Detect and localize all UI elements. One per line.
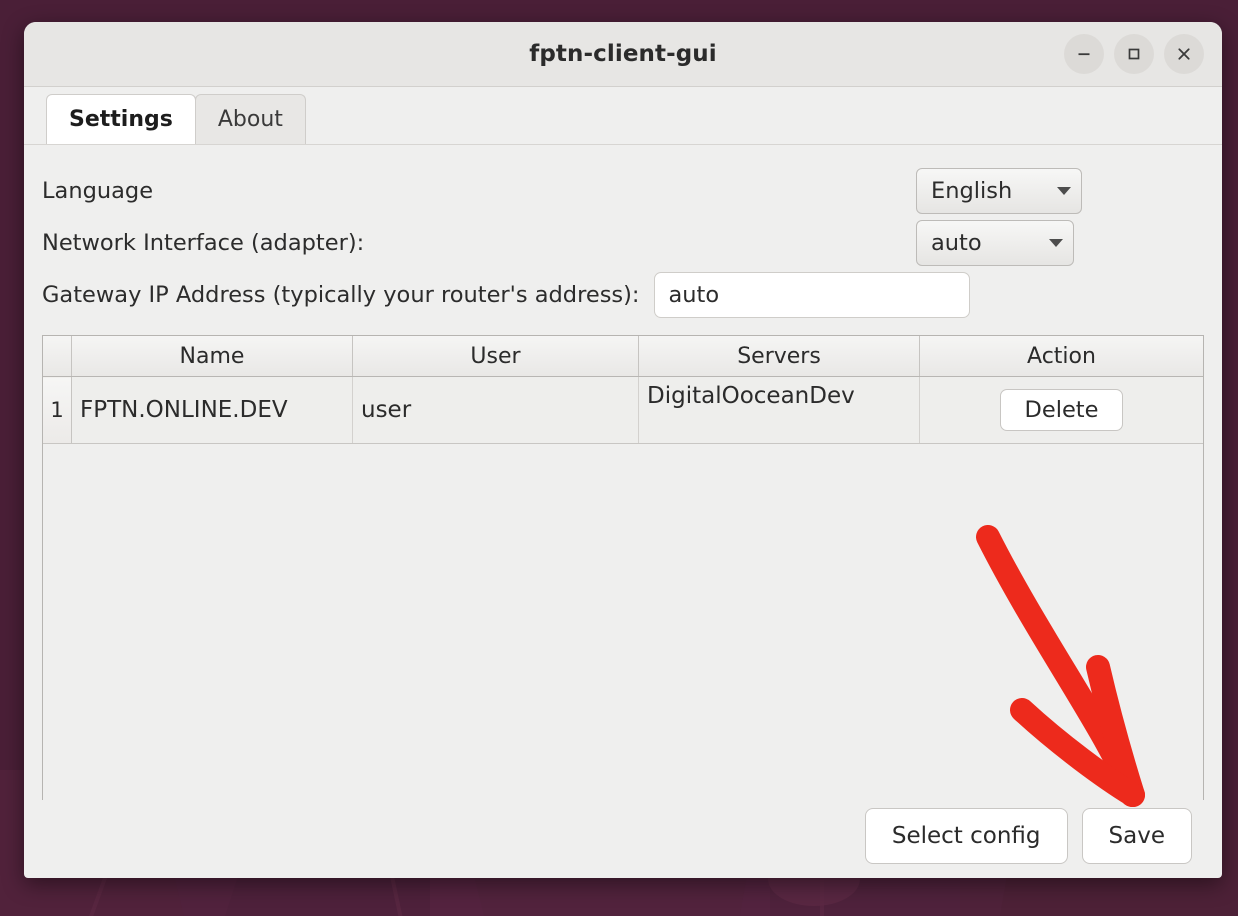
select-config-button[interactable]: Select config [865, 808, 1068, 864]
tab-about[interactable]: About [195, 94, 306, 144]
row-index: 1 [43, 377, 72, 444]
minimize-button[interactable] [1064, 34, 1104, 74]
chevron-down-icon [1057, 187, 1071, 195]
minimize-icon [1075, 45, 1093, 63]
table-header-row: Name User Servers Action [43, 336, 1203, 377]
servers-table-grid: Name User Servers Action 1 FPTN.ONLINE.D… [43, 336, 1203, 444]
column-header-index[interactable] [43, 336, 72, 377]
tab-settings-label: Settings [69, 107, 173, 132]
window-controls [1064, 22, 1204, 86]
cell-name: FPTN.ONLINE.DEV [72, 377, 353, 444]
adapter-select[interactable]: auto [916, 220, 1074, 266]
save-button[interactable]: Save [1082, 808, 1192, 864]
servers-table: Name User Servers Action 1 FPTN.ONLINE.D… [42, 335, 1204, 800]
delete-button[interactable]: Delete [1000, 389, 1124, 431]
adapter-label: Network Interface (adapter): [42, 230, 364, 256]
language-select-value: English [931, 178, 1012, 204]
maximize-icon [1125, 45, 1143, 63]
tab-bar: Settings About [24, 87, 1222, 145]
table-empty-area [43, 444, 1203, 800]
language-select[interactable]: English [916, 168, 1082, 214]
language-row: Language English [42, 165, 1204, 217]
gateway-row: Gateway IP Address (typically your route… [42, 269, 1204, 321]
table-row[interactable]: 1 FPTN.ONLINE.DEV user DigitalOoceanDev … [43, 377, 1203, 444]
title-bar[interactable]: fptn-client-gui [24, 22, 1222, 87]
app-window: fptn-client-gui Settings [24, 22, 1222, 878]
gateway-ip-input[interactable] [654, 272, 970, 318]
column-header-name[interactable]: Name [72, 336, 353, 377]
tab-about-label: About [218, 107, 283, 132]
servers-table-head: Name User Servers Action [43, 336, 1203, 377]
adapter-row: Network Interface (adapter): auto [42, 217, 1204, 269]
servers-table-body: 1 FPTN.ONLINE.DEV user DigitalOoceanDev … [43, 377, 1203, 444]
maximize-button[interactable] [1114, 34, 1154, 74]
close-icon [1175, 45, 1193, 63]
close-button[interactable] [1164, 34, 1204, 74]
settings-panel: Language English Network Interface (adap… [24, 145, 1222, 878]
wallpaper-shape [820, 880, 824, 916]
cell-action: Delete [920, 377, 1204, 444]
column-header-action[interactable]: Action [920, 336, 1204, 377]
cell-servers: DigitalOoceanDev [639, 377, 920, 444]
tab-settings[interactable]: Settings [46, 94, 196, 144]
cell-user: user [353, 377, 639, 444]
column-header-user[interactable]: User [353, 336, 639, 377]
window-title: fptn-client-gui [529, 41, 717, 67]
chevron-down-icon [1049, 239, 1063, 247]
language-label: Language [42, 178, 153, 204]
column-header-servers[interactable]: Servers [639, 336, 920, 377]
footer-actions: Select config Save [42, 800, 1204, 878]
adapter-select-value: auto [931, 230, 982, 256]
gateway-label: Gateway IP Address (typically your route… [42, 282, 640, 308]
